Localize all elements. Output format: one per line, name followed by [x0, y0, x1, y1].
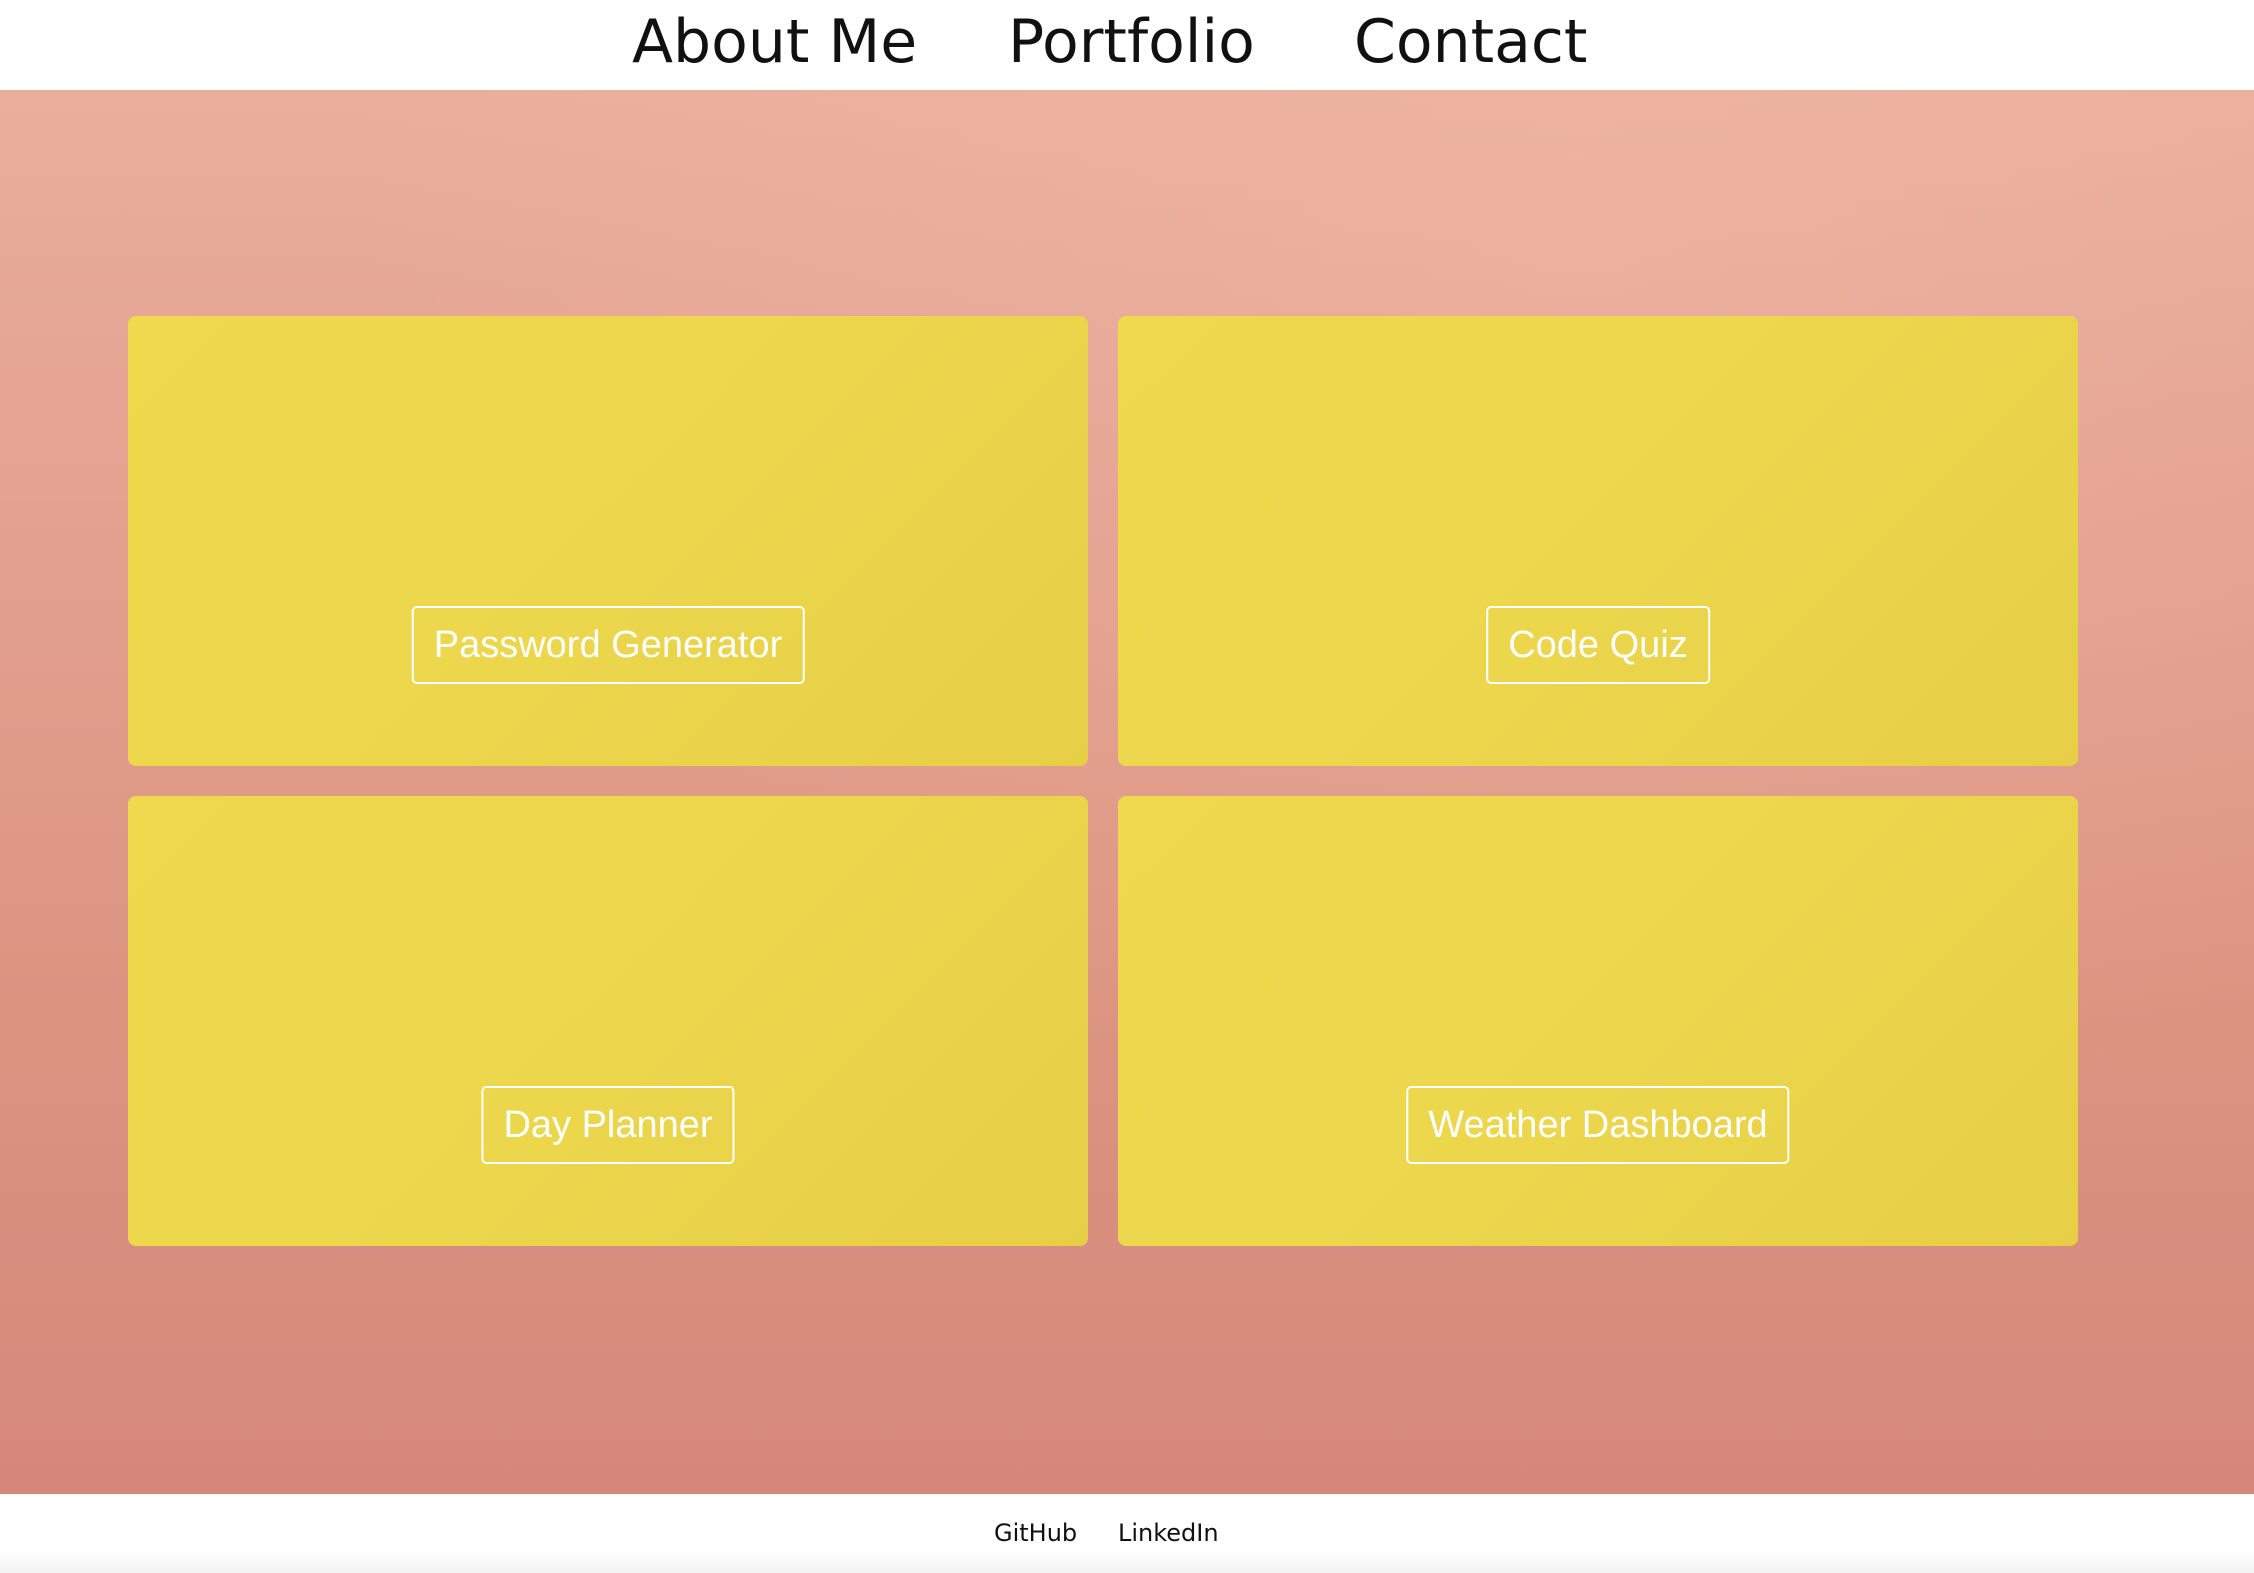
day-planner-button[interactable]: Day Planner	[481, 1086, 735, 1164]
nav-link-contact[interactable]: Contact	[1354, 6, 1587, 78]
nav-link-portfolio[interactable]: Portfolio	[1008, 6, 1255, 78]
portfolio-section: Password Generator Code Quiz Day Planner…	[0, 90, 2254, 1494]
top-navigation: About Me Portfolio Contact	[0, 0, 2254, 90]
nav-link-about-me[interactable]: About Me	[632, 6, 917, 78]
project-card-day-planner: Day Planner	[128, 796, 1088, 1246]
project-card-code-quiz: Code Quiz	[1118, 316, 2078, 766]
weather-dashboard-button[interactable]: Weather Dashboard	[1406, 1086, 1790, 1164]
project-card-password-generator: Password Generator	[128, 316, 1088, 766]
footer-link-linkedin[interactable]: LinkedIn	[1118, 1518, 1219, 1548]
project-card-weather-dashboard: Weather Dashboard	[1118, 796, 2078, 1246]
password-generator-button[interactable]: Password Generator	[411, 606, 805, 684]
footer-link-github[interactable]: GitHub	[994, 1518, 1077, 1548]
code-quiz-button[interactable]: Code Quiz	[1486, 606, 1710, 684]
footer: GitHub LinkedIn	[0, 1494, 2254, 1573]
